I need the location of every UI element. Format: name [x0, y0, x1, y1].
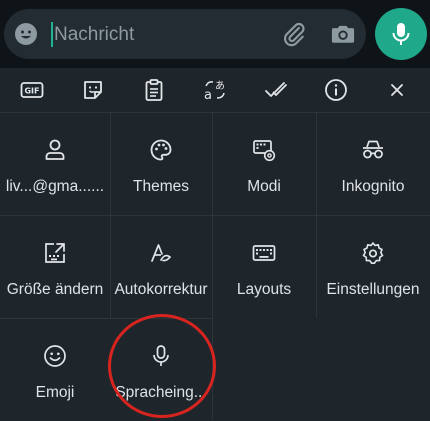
- grid-item-label: Layouts: [236, 281, 292, 298]
- message-bar: Nachricht: [0, 0, 430, 68]
- keyboard-icon: [252, 241, 276, 265]
- voice-record-button[interactable]: [375, 8, 427, 60]
- grid-item-incognito[interactable]: Inkognito: [316, 112, 430, 215]
- grid-item-label: Modi: [247, 178, 281, 195]
- message-placeholder: Nachricht: [54, 24, 135, 45]
- info-icon[interactable]: [324, 78, 348, 102]
- grid-item-account[interactable]: liv...@gma......: [0, 112, 110, 215]
- grid-item-label: Autokorrektur: [114, 281, 208, 298]
- svg-text:あ: あ: [215, 80, 225, 92]
- close-icon[interactable]: [385, 78, 409, 102]
- sticker-icon[interactable]: [81, 78, 105, 102]
- keyboard-toolbar: GIF aあ: [0, 68, 430, 112]
- account-icon: [43, 138, 67, 162]
- grid-item-autocorrect[interactable]: Autokorrektur: [110, 215, 212, 318]
- grid-item-label: Emoji: [35, 384, 75, 401]
- highlight-circle: [108, 314, 216, 418]
- grid-item-layouts[interactable]: Layouts: [212, 215, 316, 318]
- grid-item-label: Inkognito: [341, 178, 405, 195]
- emoji-icon[interactable]: [14, 22, 38, 46]
- svg-text:a: a: [204, 88, 212, 102]
- gear-icon: [361, 241, 385, 265]
- grid-item-emoji[interactable]: Emoji: [0, 318, 110, 421]
- clipboard-icon[interactable]: [142, 78, 166, 102]
- grid-item-label: Themes: [133, 178, 189, 195]
- incognito-icon: [361, 138, 385, 162]
- grid-item-resize[interactable]: Größe ändern: [0, 215, 110, 318]
- grid-item-themes[interactable]: Themes: [110, 112, 212, 215]
- double-check-icon[interactable]: [264, 78, 288, 102]
- keyboard-settings-icon: [252, 138, 276, 162]
- gif-icon[interactable]: GIF: [20, 78, 44, 102]
- gif-icon-label: GIF: [24, 87, 39, 96]
- grid-item-modes[interactable]: Modi: [212, 112, 316, 215]
- grid-item-label: liv...@gma......: [5, 178, 105, 195]
- grid-item-label: Einstellungen: [326, 281, 420, 298]
- translate-icon[interactable]: aあ: [203, 78, 227, 102]
- resize-icon: [43, 241, 67, 265]
- grid-item-settings[interactable]: Einstellungen: [316, 215, 430, 318]
- paperclip-icon[interactable]: [281, 21, 307, 47]
- smiley-icon: [43, 344, 67, 368]
- grid-item-label: Größe ändern: [6, 281, 104, 298]
- autocorrect-icon: [149, 241, 173, 265]
- palette-icon: [149, 138, 173, 162]
- camera-icon[interactable]: [329, 20, 357, 48]
- text-caret: [51, 22, 53, 47]
